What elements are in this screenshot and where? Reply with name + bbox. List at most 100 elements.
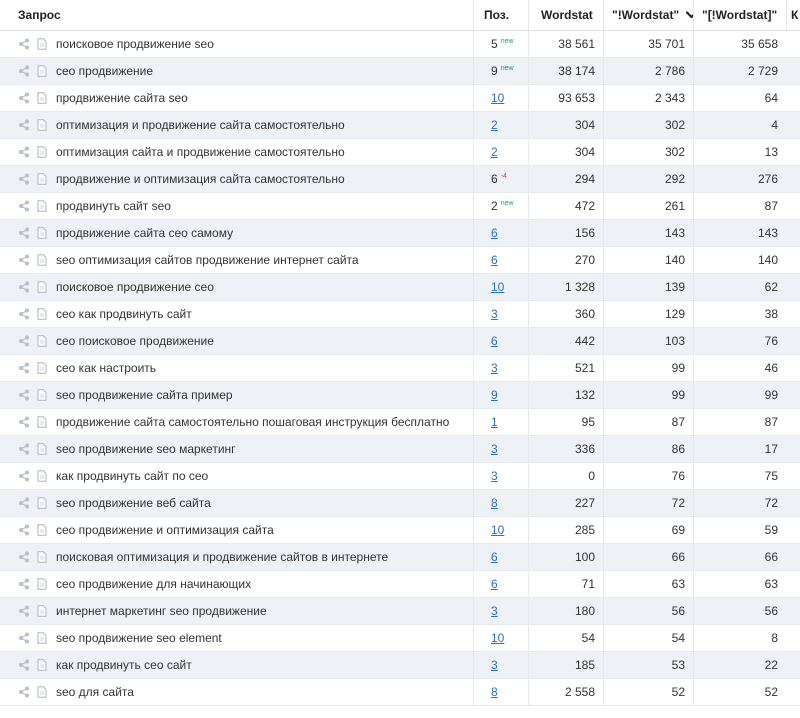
- share-icon[interactable]: [18, 578, 30, 590]
- share-icon[interactable]: [18, 551, 30, 563]
- query-cell: интернет маркетинг seo продвижение: [0, 604, 473, 618]
- document-icon[interactable]: [37, 119, 47, 131]
- position-cell: 6: [473, 220, 528, 246]
- share-icon[interactable]: [18, 362, 30, 374]
- wordstat-order-value: 63: [693, 571, 786, 597]
- wordstat-order-value: 17: [693, 436, 786, 462]
- table-row: seo продвижение seo element 10 54 54 8: [0, 625, 800, 652]
- position-link[interactable]: 3: [491, 469, 498, 483]
- share-icon[interactable]: [18, 308, 30, 320]
- position-link[interactable]: 6: [491, 334, 498, 348]
- query-cell: оптимизация и продвижение сайта самостоя…: [0, 118, 473, 132]
- header-query[interactable]: Запрос: [0, 8, 473, 22]
- position-link[interactable]: 3: [491, 361, 498, 375]
- position-link[interactable]: 10: [491, 280, 504, 294]
- position-link[interactable]: 3: [491, 442, 498, 456]
- document-icon[interactable]: [37, 254, 47, 266]
- document-icon[interactable]: [37, 335, 47, 347]
- position-link[interactable]: 2: [491, 145, 498, 159]
- wordstat-order-value: 38: [693, 301, 786, 327]
- document-icon[interactable]: [37, 281, 47, 293]
- share-icon[interactable]: [18, 335, 30, 347]
- document-icon[interactable]: [37, 632, 47, 644]
- position-link[interactable]: 3: [491, 307, 498, 321]
- query-cell: поисковая оптимизация и продвижение сайт…: [0, 550, 473, 564]
- document-icon[interactable]: [37, 65, 47, 77]
- share-icon[interactable]: [18, 605, 30, 617]
- header-k[interactable]: К: [786, 0, 800, 31]
- share-icon[interactable]: [18, 497, 30, 509]
- position-link[interactable]: 6: [491, 253, 498, 267]
- position-link[interactable]: 6: [491, 226, 498, 240]
- document-icon[interactable]: [37, 38, 47, 50]
- share-icon[interactable]: [18, 281, 30, 293]
- document-icon[interactable]: [37, 227, 47, 239]
- position-cell: 6: [473, 247, 528, 273]
- document-icon[interactable]: [37, 173, 47, 185]
- document-icon[interactable]: [37, 497, 47, 509]
- share-icon[interactable]: [18, 119, 30, 131]
- query-cell: сео поисковое продвижение: [0, 334, 473, 348]
- document-icon[interactable]: [37, 659, 47, 671]
- share-icon[interactable]: [18, 173, 30, 185]
- position-link[interactable]: 3: [491, 658, 498, 672]
- share-icon[interactable]: [18, 416, 30, 428]
- share-icon[interactable]: [18, 65, 30, 77]
- chevron-down-icon[interactable]: [685, 11, 694, 19]
- share-icon[interactable]: [18, 254, 30, 266]
- position-link[interactable]: 6: [491, 550, 498, 564]
- position-link[interactable]: 8: [491, 685, 498, 699]
- table-header: Запрос Поз. Wordstat "!Wordstat" "[!Word…: [0, 0, 800, 31]
- document-icon[interactable]: [37, 389, 47, 401]
- position-link[interactable]: 3: [491, 604, 498, 618]
- position-link[interactable]: 1: [491, 415, 498, 429]
- document-icon[interactable]: [37, 308, 47, 320]
- wordstat-order-value: 140: [693, 247, 786, 273]
- document-icon[interactable]: [37, 524, 47, 536]
- share-icon[interactable]: [18, 92, 30, 104]
- position-link[interactable]: 10: [491, 523, 504, 537]
- header-wordstat-order[interactable]: "[!Wordstat]": [693, 0, 786, 31]
- document-icon[interactable]: [37, 416, 47, 428]
- share-icon[interactable]: [18, 38, 30, 50]
- wordstat-order-value: 52: [693, 679, 786, 705]
- position-cell: 3: [473, 463, 528, 489]
- query-text: поисковое продвижение сео: [56, 280, 214, 294]
- header-wordstat[interactable]: Wordstat: [528, 0, 603, 31]
- share-icon[interactable]: [18, 470, 30, 482]
- share-icon[interactable]: [18, 200, 30, 212]
- share-icon[interactable]: [18, 632, 30, 644]
- wordstat-value: 0: [528, 463, 603, 489]
- document-icon[interactable]: [37, 686, 47, 698]
- position-link[interactable]: 6: [491, 577, 498, 591]
- share-icon[interactable]: [18, 389, 30, 401]
- document-icon[interactable]: [37, 146, 47, 158]
- position-link[interactable]: 2: [491, 118, 498, 132]
- share-icon[interactable]: [18, 227, 30, 239]
- position-cell: 6 -4: [473, 166, 528, 192]
- position-cell: 3: [473, 598, 528, 624]
- document-icon[interactable]: [37, 578, 47, 590]
- document-icon[interactable]: [37, 470, 47, 482]
- table-row: поисковое продвижение сео 10 1 328 139 6…: [0, 274, 800, 301]
- share-icon[interactable]: [18, 524, 30, 536]
- document-icon[interactable]: [37, 605, 47, 617]
- wordstat-value: 1 328: [528, 274, 603, 300]
- share-icon[interactable]: [18, 443, 30, 455]
- table-row: как продвинуть сайт по сео 3 0 76 75: [0, 463, 800, 490]
- document-icon[interactable]: [37, 92, 47, 104]
- document-icon[interactable]: [37, 551, 47, 563]
- position-link[interactable]: 10: [491, 631, 504, 645]
- position-link[interactable]: 8: [491, 496, 498, 510]
- document-icon[interactable]: [37, 200, 47, 212]
- position-link[interactable]: 10: [491, 91, 504, 105]
- position-link[interactable]: 9: [491, 388, 498, 402]
- position-change-badge: new: [500, 38, 514, 45]
- document-icon[interactable]: [37, 443, 47, 455]
- document-icon[interactable]: [37, 362, 47, 374]
- share-icon[interactable]: [18, 146, 30, 158]
- share-icon[interactable]: [18, 686, 30, 698]
- header-wordstat-exact[interactable]: "!Wordstat": [603, 0, 693, 31]
- share-icon[interactable]: [18, 659, 30, 671]
- header-position[interactable]: Поз.: [473, 0, 528, 31]
